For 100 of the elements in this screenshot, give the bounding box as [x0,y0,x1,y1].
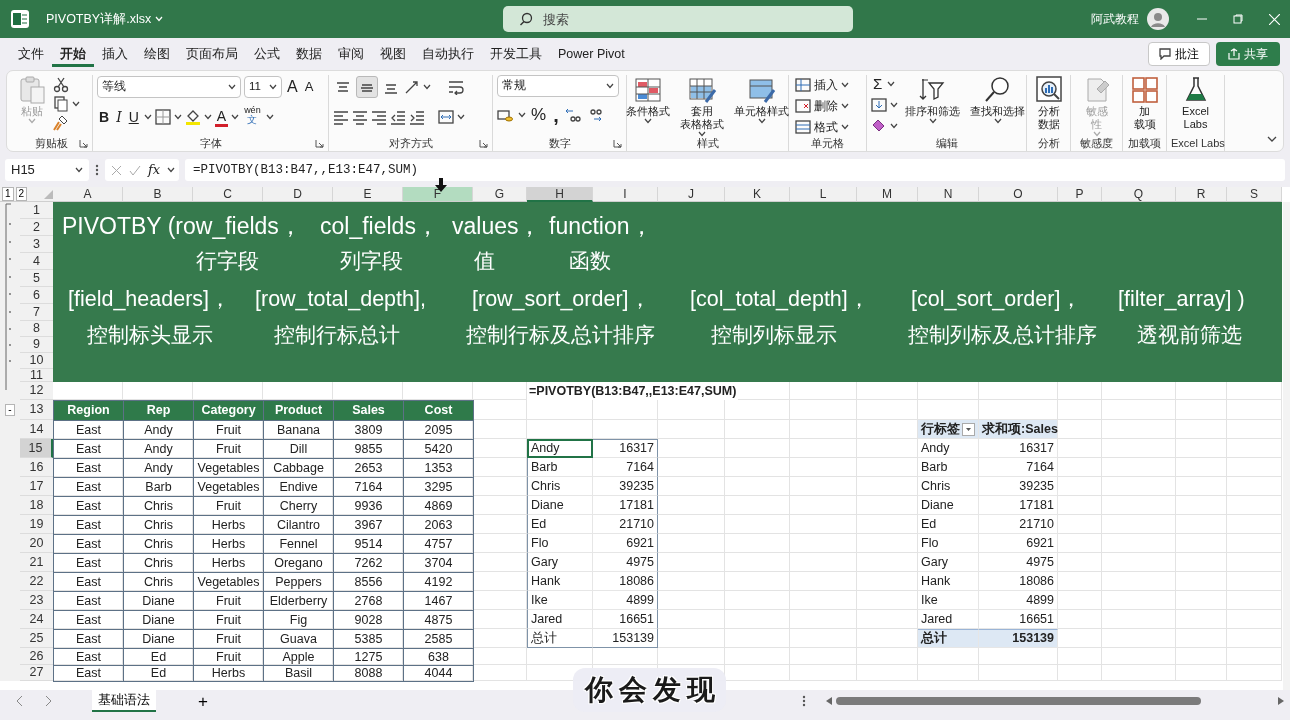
dialog-launcher-icon[interactable] [613,138,622,148]
close-icon[interactable] [1269,13,1280,25]
orientation-icon[interactable] [404,79,420,95]
scrollbar-thumb[interactable] [836,697,1201,705]
caret-icon[interactable] [423,84,431,90]
search-field[interactable]: 搜索 [503,6,854,32]
row-header[interactable]: 16 [20,458,53,477]
caret-icon[interactable] [269,84,277,90]
column-header[interactable]: G [473,187,527,202]
row-header[interactable]: 9 [20,337,53,353]
caret-icon[interactable] [841,102,849,109]
fill-icon[interactable] [871,97,887,113]
column-header[interactable]: E [333,187,403,202]
format-painter-icon[interactable] [53,115,69,131]
caret-icon[interactable] [143,114,152,120]
more-icon[interactable] [802,694,806,708]
border-icon[interactable] [154,109,171,125]
column-header[interactable]: B [123,187,193,202]
collapse-ribbon-icon[interactable] [1267,136,1277,143]
cells-menu-button[interactable]: 插入 [793,75,862,94]
caret-icon[interactable] [75,167,83,173]
caret-icon[interactable] [265,114,274,120]
outline-level-button[interactable]: 2 [15,187,28,201]
column-header[interactable]: D [263,187,333,202]
caret-icon[interactable] [890,102,898,108]
more-icon[interactable] [95,163,99,177]
column-header[interactable]: I [593,187,658,202]
row-header[interactable]: 24 [20,610,53,629]
vertical-scrollbar[interactable] [1283,202,1290,690]
align-center-icon[interactable] [352,109,368,125]
row-header[interactable]: 7 [20,304,53,321]
row-header[interactable]: 11 [20,369,53,382]
decrease-indent-icon[interactable] [390,109,406,125]
menu-tab[interactable]: 视图 [372,40,414,68]
number-format-field[interactable]: 常规 [497,75,619,97]
accounting-icon[interactable] [497,107,515,123]
row-header[interactable]: 21 [20,553,53,572]
sheet-tab[interactable]: 基础语法 [92,689,156,713]
caret-icon[interactable] [606,83,614,89]
caret-icon[interactable] [841,81,849,88]
ribbon-button[interactable]: Excel Labs [1177,75,1214,132]
caret-icon[interactable] [518,112,526,118]
row-header[interactable]: 6 [20,287,53,304]
row-header[interactable]: 3 [20,236,53,253]
align-left-icon[interactable] [333,109,349,125]
caret-icon[interactable] [203,114,212,120]
share-button[interactable]: 共享 [1216,42,1280,66]
row-header[interactable]: 25 [20,629,53,648]
row-header[interactable]: 8 [20,321,53,337]
column-header[interactable]: O [979,187,1058,202]
fill-color-icon[interactable] [184,109,201,125]
ribbon-button[interactable]: 排序和筛选 [902,75,963,125]
caret-icon[interactable] [698,131,706,138]
outline-collapse-button[interactable]: - [5,404,15,416]
column-header[interactable]: Q [1102,187,1176,202]
row-header[interactable]: 17 [20,477,53,496]
align-right-icon[interactable] [371,109,387,125]
dialog-launcher-icon[interactable] [315,138,324,148]
file-name[interactable]: PIVOTBY详解.xlsx [46,9,152,29]
column-header[interactable]: J [658,187,725,202]
ribbon-button[interactable]: 分析 数据 [1030,75,1067,132]
caret-icon[interactable] [167,167,176,173]
dialog-launcher-icon[interactable] [79,138,88,148]
menu-tab[interactable]: 页面布局 [178,40,246,68]
column-header[interactable]: M [857,187,918,202]
avatar-icon[interactable] [1147,8,1169,30]
caret-icon[interactable] [993,118,1002,125]
outline-level-button[interactable]: 1 [2,187,14,201]
autosum-button[interactable]: Σ [871,73,885,95]
bold-button[interactable]: B [97,106,112,128]
percent-button[interactable]: % [529,104,549,126]
merge-cells-icon[interactable] [438,109,454,125]
cut-icon[interactable] [53,77,69,93]
row-header[interactable]: 14 [20,420,53,439]
menu-tab[interactable]: 文件 [10,40,52,68]
column-header[interactable]: S [1227,187,1282,202]
row-header[interactable]: 15 [20,439,53,458]
column-header[interactable]: R [1176,187,1227,202]
ribbon-button[interactable]: 单元格样式 [731,75,792,125]
column-header[interactable]: K [725,187,790,202]
formula-field[interactable]: =PIVOTBY(B13:B47,,E13:E47,SUM) [185,159,1285,181]
menu-tab[interactable]: 开始 [52,40,94,68]
column-header[interactable]: C [193,187,263,202]
row-header[interactable]: 23 [20,591,53,610]
row-header[interactable]: 1 [20,202,53,219]
row-header[interactable]: 18 [20,496,53,515]
caret-icon[interactable] [228,84,236,90]
caret-icon[interactable] [644,118,652,125]
column-header[interactable]: N [918,187,979,202]
caret-icon[interactable] [757,118,766,125]
next-sheet-icon[interactable] [44,695,52,707]
maximize-icon[interactable] [1233,14,1243,24]
ribbon-button[interactable]: 套用 表格格式 [677,75,727,138]
row-header[interactable]: 12 [20,382,53,400]
row-header[interactable]: 22 [20,572,53,591]
ribbon-button[interactable]: 条件格式 [623,75,673,125]
row-header[interactable]: 20 [20,534,53,553]
dialog-launcher-icon[interactable] [479,138,488,148]
font-name-field[interactable]: 等线 [97,76,241,98]
caret-icon[interactable] [890,123,898,129]
